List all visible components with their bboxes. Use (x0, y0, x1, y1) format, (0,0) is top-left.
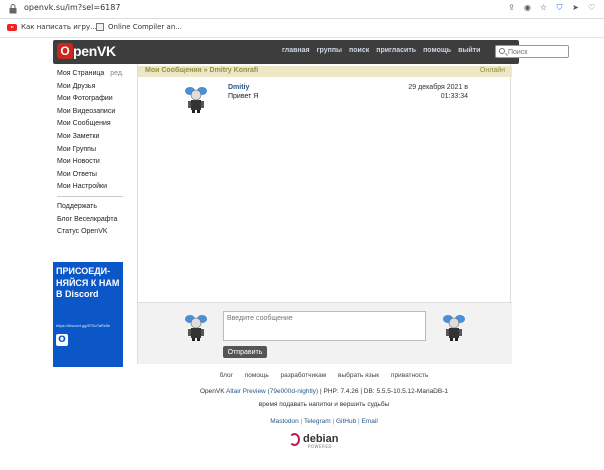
star-icon[interactable]: ☆ (539, 3, 548, 12)
avatar[interactable] (181, 312, 211, 342)
lock-icon (9, 4, 17, 14)
nav-logout[interactable]: выйти (458, 47, 480, 54)
link-email[interactable]: Email (362, 418, 378, 425)
bookmark-compiler[interactable]: Online Compiler an... (96, 23, 182, 31)
version-suffix: | PHP: 7.4.26 | DB: 5.5.5-10.5.12-MariaD… (319, 388, 448, 395)
footer-link-help[interactable]: помощь (245, 372, 269, 379)
sidebar-item-groups[interactable]: Мои Группы (53, 144, 137, 157)
discord-banner[interactable]: ПРИСОЕДИ-НЯЙСЯ К НАМ В Discord https://d… (53, 262, 123, 367)
avatar[interactable] (181, 84, 211, 114)
discord-title: ПРИСОЕДИ-НЯЙСЯ К НАМ В Discord (56, 266, 120, 299)
share-icon[interactable]: ⇪ (507, 3, 516, 12)
sidebar-item-videos[interactable]: Мои Видеозаписи (53, 106, 137, 119)
edit-link[interactable]: ред. (110, 70, 124, 77)
footer-link-blog[interactable]: блог (220, 372, 233, 379)
discord-link: https://discord.gg/5T5oTaRs5k (56, 322, 111, 328)
bookmark-youtube[interactable]: Как написать игру... (7, 23, 97, 31)
search-input[interactable] (508, 47, 566, 57)
breadcrumb-name[interactable]: Dmitry Konrafi (210, 67, 259, 74)
sidebar-item-settings[interactable]: Мои Настройки (53, 181, 137, 194)
sidebar-item-label: Моя Страница (57, 70, 105, 77)
sidebar-item-friends[interactable]: Мои Друзья (53, 81, 137, 94)
shield-icon[interactable]: ⛉ (555, 3, 564, 12)
message-text: Привет Я (228, 93, 259, 100)
sidebar: Моя Страница ред. Мои Друзья Мои Фотограф… (53, 68, 137, 239)
browser-address-bar: openvk.su/im?sel=6187 ⇪ ◉ ☆ ⛉ ➤ ♡ (0, 0, 604, 19)
debian-badge: debian POWERED (289, 433, 338, 449)
sidebar-item-my-page[interactable]: Моя Страница ред. (53, 68, 137, 81)
openvk-logo[interactable]: O penVK (57, 43, 116, 59)
sidebar-item-photos[interactable]: Мои Фотографии (53, 93, 137, 106)
sidebar-item-news[interactable]: Мои Новости (53, 156, 137, 169)
bookmark-label: Online Compiler an... (108, 23, 182, 31)
nav-groups[interactable]: группы (317, 47, 342, 54)
sidebar-item-blog[interactable]: Блог Веселкрафта (53, 214, 137, 227)
conversation-panel: Мои Сообщения » Dmitry Konrafi Онлайн Dm… (137, 64, 512, 364)
logo-mark: O (57, 43, 73, 59)
site-header: O penVK главная группы поиск пригласить … (53, 40, 569, 64)
nav-help[interactable]: помощь (423, 47, 451, 54)
openvk-small-icon: O (56, 333, 68, 346)
youtube-icon (7, 23, 17, 31)
sidebar-item-messages[interactable]: Мои Сообщения (53, 118, 137, 131)
camera-icon[interactable]: ◉ (523, 3, 532, 12)
message-timestamp: 29 декабря 2021 в 01:33:34 (408, 84, 468, 100)
debian-sub: POWERED (308, 444, 332, 449)
url-text[interactable]: openvk.su/im?sel=6187 (24, 3, 120, 12)
heart-icon[interactable]: ♡ (587, 3, 596, 12)
link-telegram[interactable]: Telegram (304, 418, 331, 425)
footer: блог помощь разработчикам выбрать язык п… (137, 372, 511, 425)
bookmark-label: Как написать игру... (21, 23, 97, 31)
version-link[interactable]: Altair Preview (79e000d-nightly) (226, 388, 318, 395)
message-author[interactable]: Dmitiy (228, 84, 249, 91)
sidebar-item-donate[interactable]: Поддержать (53, 201, 137, 214)
page-icon (96, 23, 104, 31)
footer-link-language[interactable]: выбрать язык (338, 372, 379, 379)
breadcrumb-path: Мои Сообщения » Dmitry Konrafi (145, 67, 258, 74)
send-icon[interactable]: ➤ (571, 3, 580, 12)
browser-toolbar: ⇪ ◉ ☆ ⛉ ➤ ♡ (507, 3, 596, 12)
logo-text: penVK (73, 43, 116, 59)
breadcrumb-separator: » (203, 67, 208, 74)
message-input[interactable] (223, 311, 426, 341)
nav-invite[interactable]: пригласить (376, 47, 416, 54)
link-mastodon[interactable]: Mastodon (270, 418, 299, 425)
search-icon (499, 48, 505, 54)
breadcrumb-section[interactable]: Мои Сообщения (145, 67, 202, 74)
version-prefix: OpenVK (199, 388, 225, 395)
footer-slogan: время подавать напитки и вершить судьбы (258, 401, 390, 408)
footer-link-developers[interactable]: разработчикам (281, 372, 327, 379)
top-nav: главная группы поиск пригласить помощь в… (282, 47, 480, 54)
send-button[interactable]: Отправить (223, 346, 267, 358)
version-info: OpenVK Altair Preview (79e000d-nightly) … (137, 388, 511, 395)
sidebar-divider (57, 195, 123, 197)
nav-search[interactable]: поиск (349, 47, 369, 54)
debian-swirl-icon (289, 433, 300, 446)
sidebar-item-status[interactable]: Статус OpenVK (53, 226, 137, 239)
online-status: Онлайн (479, 67, 505, 74)
footer-link-privacy[interactable]: приватность (391, 372, 428, 379)
link-github[interactable]: GitHub (336, 418, 356, 425)
footer-links: блог помощь разработчикам выбрать язык п… (137, 372, 511, 379)
avatar[interactable] (439, 312, 469, 342)
sidebar-item-replies[interactable]: Мои Ответы (53, 169, 137, 182)
breadcrumb: Мои Сообщения » Dmitry Konrafi Онлайн (138, 66, 512, 77)
nav-home[interactable]: главная (282, 47, 310, 54)
sidebar-item-notes[interactable]: Мои Заметки (53, 131, 137, 144)
bookmarks-bar: Как написать игру... Online Compiler an.… (0, 19, 604, 38)
search-box[interactable] (495, 45, 569, 58)
social-links: Mastodon | Telegram | GitHub | Email (137, 418, 511, 425)
compose-area: Отправить (138, 302, 512, 364)
